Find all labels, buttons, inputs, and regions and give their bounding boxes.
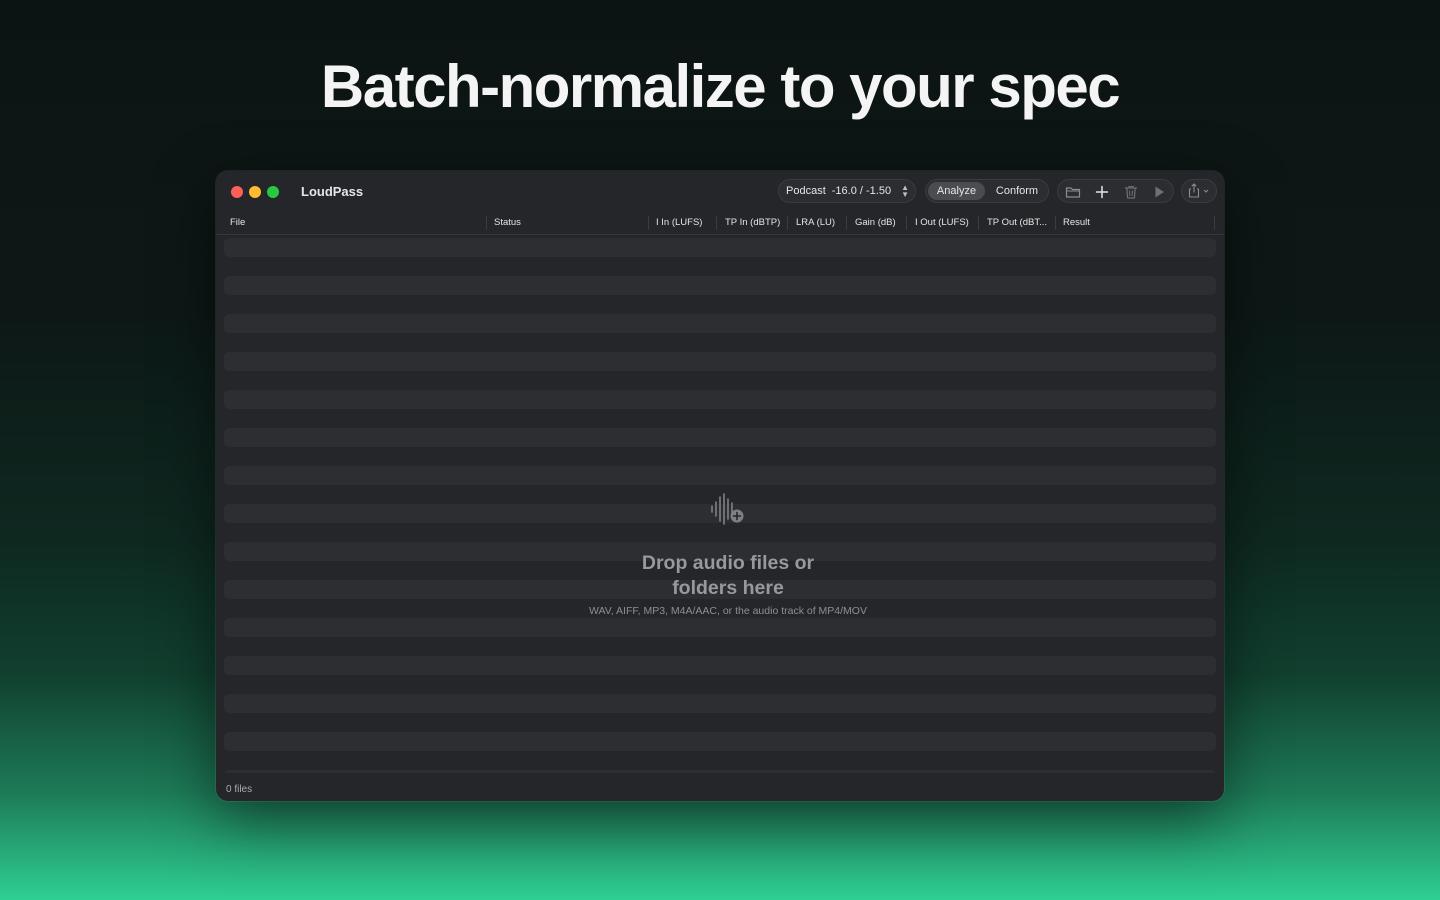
column-divider[interactable] xyxy=(486,216,487,230)
column-divider[interactable] xyxy=(978,216,979,230)
file-count-status: 0 files xyxy=(226,784,253,795)
empty-state-subtitle: WAV, AIFF, MP3, M4A/AAC, or the audio tr… xyxy=(589,605,867,617)
preset-value: -16.0 / -1.50 xyxy=(831,185,892,197)
empty-row-stripe xyxy=(224,276,1216,295)
column-file[interactable]: File xyxy=(230,217,245,228)
empty-row-stripe xyxy=(224,466,1216,485)
column-divider[interactable] xyxy=(787,216,788,230)
column-status[interactable]: Status xyxy=(494,217,521,228)
column-divider[interactable] xyxy=(906,216,907,230)
column-divider[interactable] xyxy=(716,216,717,230)
column-i-in[interactable]: I In (LUFS) xyxy=(656,217,702,228)
empty-row-stripe xyxy=(224,732,1216,751)
column-tp-in[interactable]: TP In (dBTP) xyxy=(725,217,780,228)
export-menu-button[interactable] xyxy=(1181,179,1217,203)
empty-row-stripe xyxy=(224,238,1216,257)
table-header: File Status I In (LUFS) TP In (dBTP) LRA… xyxy=(216,213,1224,235)
empty-row-stripe xyxy=(224,390,1216,409)
analyze-mode-button[interactable]: Analyze xyxy=(928,182,985,200)
title-bar: LoudPass Podcast -16.0 / -1.50 ▲ ▼ Analyz… xyxy=(216,171,1224,213)
trash-icon[interactable] xyxy=(1122,183,1140,201)
empty-state-title: Drop audio files or folders here xyxy=(641,552,815,599)
column-lra[interactable]: LRA (LU) xyxy=(796,217,835,228)
file-tools-group xyxy=(1057,179,1174,203)
maximize-window-button[interactable] xyxy=(267,186,279,198)
column-i-out[interactable]: I Out (LUFS) xyxy=(915,217,969,228)
empty-row-stripe xyxy=(224,770,1216,773)
column-divider[interactable] xyxy=(846,216,847,230)
app-window: LoudPass Podcast -16.0 / -1.50 ▲ ▼ Analyz… xyxy=(216,171,1224,801)
empty-row-stripe xyxy=(224,694,1216,713)
close-window-button[interactable] xyxy=(231,186,243,198)
column-gain[interactable]: Gain (dB) xyxy=(855,217,896,228)
folder-icon[interactable] xyxy=(1064,183,1082,201)
play-icon[interactable] xyxy=(1150,183,1168,201)
empty-row-stripe xyxy=(224,352,1216,371)
mode-segmented-control: Analyze Conform xyxy=(925,179,1049,203)
conform-mode-button[interactable]: Conform xyxy=(988,182,1046,200)
empty-row-stripe xyxy=(224,656,1216,675)
empty-row-stripe xyxy=(224,618,1216,637)
share-icon xyxy=(1188,183,1209,198)
file-list-drop-zone[interactable]: Drop audio files or folders here WAV, AI… xyxy=(224,238,1216,773)
column-result[interactable]: Result xyxy=(1063,217,1090,228)
column-divider[interactable] xyxy=(648,216,649,230)
app-title: LoudPass xyxy=(301,184,364,199)
plus-icon[interactable] xyxy=(1093,183,1111,201)
empty-row-stripe xyxy=(224,428,1216,447)
column-divider[interactable] xyxy=(1214,216,1215,230)
preset-selector[interactable]: Podcast -16.0 / -1.50 ▲ ▼ xyxy=(778,179,916,203)
chevron-up-down-icon: ▲ ▼ xyxy=(901,183,909,199)
waveform-plus-icon xyxy=(711,493,744,525)
minimize-window-button[interactable] xyxy=(249,186,261,198)
empty-state: Drop audio files or folders here WAV, AI… xyxy=(528,492,928,617)
preset-name: Podcast xyxy=(786,185,826,197)
empty-row-stripe xyxy=(224,314,1216,333)
column-divider[interactable] xyxy=(1055,216,1056,230)
page-headline: Batch-normalize to your spec xyxy=(320,53,1121,120)
column-tp-out[interactable]: TP Out (dBT... xyxy=(987,217,1047,228)
